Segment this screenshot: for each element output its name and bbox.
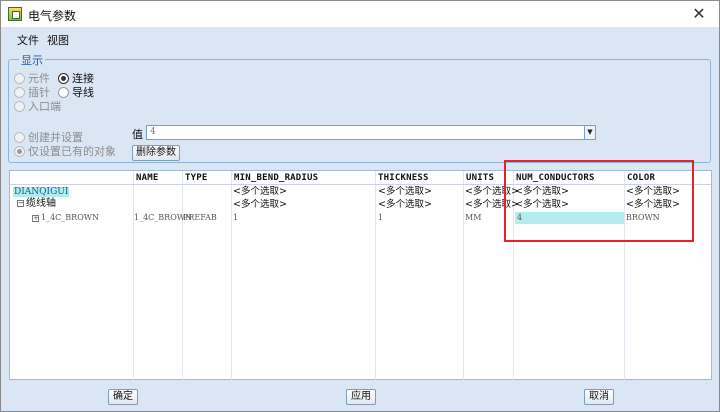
value-combobox-text: 4 — [150, 127, 156, 137]
cell-units[interactable]: MM — [465, 212, 481, 224]
column-separator — [133, 171, 134, 381]
app-icon — [8, 7, 22, 21]
ok-button[interactable]: 确定 — [108, 389, 138, 405]
cell-type[interactable]: PREFAB — [183, 212, 217, 224]
column-separator — [182, 171, 183, 381]
radio-component-circle[interactable] — [14, 72, 25, 84]
expand-icon[interactable]: + — [32, 214, 39, 222]
tree-cable-label: 1_4C_BROWN — [41, 213, 99, 222]
cell-min-bend-radius[interactable]: <多个选取> — [233, 199, 287, 211]
cell-min-bend-radius[interactable]: <多个选取> — [233, 186, 287, 198]
radio-wire-label: 导线 — [72, 86, 94, 99]
radio-wire[interactable]: 导线 — [58, 84, 94, 100]
radio-entry-port[interactable]: 入口端 — [14, 98, 61, 114]
cell-min-bend-radius[interactable]: 1 — [233, 212, 238, 224]
radio-entry-port-label: 入口端 — [28, 100, 61, 113]
display-group-legend: 显示 — [19, 52, 45, 68]
column-separator — [463, 171, 464, 381]
dropdown-arrow-icon[interactable]: ▼ — [584, 126, 595, 139]
tree-cable[interactable]: +1_4C_BROWN — [32, 212, 99, 224]
radio-only-existing[interactable]: 仅设置已有的对象 — [14, 143, 116, 159]
value-label: 值 — [132, 128, 143, 141]
radio-create-and-set-circle[interactable] — [14, 131, 25, 143]
cell-thickness[interactable]: <多个选取> — [378, 199, 432, 211]
tree-bundle-label: 缆线轴 — [26, 198, 56, 209]
tree-root[interactable]: DIANQIGUI — [13, 186, 70, 198]
electrical-params-window: 电气参数 ✕ 文件 视图 显示 元件 连接 插针 导线 入口端 创建并设置 仅设… — [0, 0, 720, 412]
column-separator — [375, 171, 376, 381]
tree-root-label: DIANQIGUI — [13, 187, 70, 197]
radio-entry-port-circle[interactable] — [14, 100, 25, 112]
menu-view[interactable]: 视图 — [47, 28, 69, 48]
delete-param-button[interactable]: 删除参数 — [132, 145, 180, 161]
annotation-highlight-box — [504, 160, 694, 242]
header-tree — [10, 171, 134, 185]
collapse-icon[interactable]: − — [17, 199, 24, 207]
header-thickness[interactable]: THICKNESS — [375, 171, 463, 185]
radio-only-existing-label: 仅设置已有的对象 — [28, 145, 116, 158]
menu-file[interactable]: 文件 — [17, 28, 39, 48]
cancel-button[interactable]: 取消 — [584, 389, 614, 405]
apply-button[interactable]: 应用 — [346, 389, 376, 405]
title-bar: 电气参数 ✕ — [1, 1, 719, 27]
window-title: 电气参数 — [28, 9, 77, 23]
radio-pin-circle[interactable] — [14, 86, 25, 98]
column-separator — [231, 171, 232, 381]
radio-connection-circle[interactable] — [58, 72, 69, 84]
header-min-bend-radius[interactable]: MIN_BEND_RADIUS — [231, 171, 375, 185]
header-type[interactable]: TYPE — [182, 171, 231, 185]
radio-only-existing-circle[interactable] — [14, 145, 25, 157]
close-button[interactable]: ✕ — [689, 4, 709, 24]
value-combobox[interactable]: 4 ▼ — [146, 125, 596, 140]
header-name[interactable]: NAME — [133, 171, 182, 185]
tree-bundle[interactable]: − 缆线轴 — [17, 198, 56, 210]
cell-thickness[interactable]: <多个选取> — [378, 186, 432, 198]
cell-thickness[interactable]: 1 — [378, 212, 383, 224]
radio-wire-circle[interactable] — [58, 86, 69, 98]
menu-bar: 文件 视图 — [1, 28, 719, 48]
